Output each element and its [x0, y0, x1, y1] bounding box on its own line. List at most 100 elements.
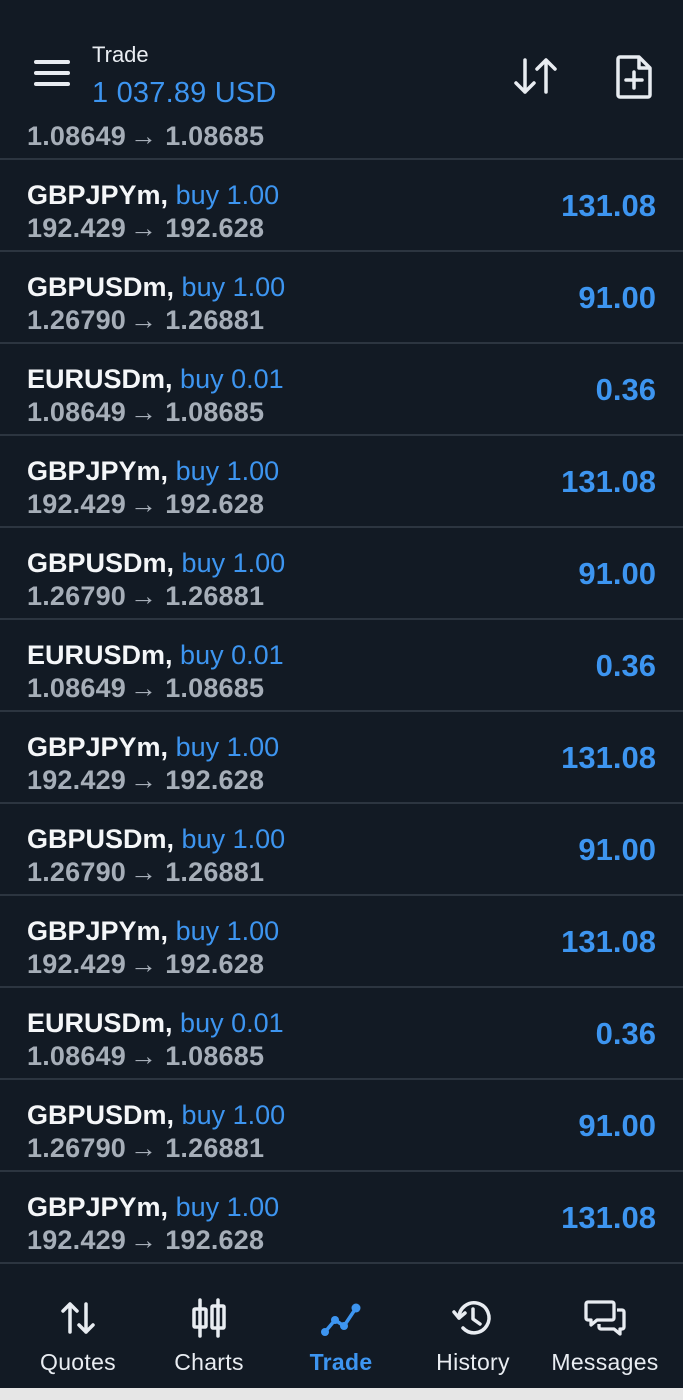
price-arrow-icon: → [130, 213, 158, 243]
current-price: 1.08685 [165, 125, 265, 151]
position-title: EURUSDm, buy 0.01 [27, 640, 284, 671]
price-arrow-icon: → [130, 949, 158, 979]
position-prices: 1.08649 → 1.08685 [27, 673, 264, 704]
position-action: buy 0.01 [180, 1008, 284, 1038]
current-price: 192.628 [165, 213, 265, 243]
sort-icon[interactable] [510, 54, 562, 98]
position-row[interactable]: GBPJPYm, buy 1.00 192.429 → 192.628 131.08 [0, 712, 683, 804]
position-title: EURUSDm, buy 0.01 [27, 1008, 284, 1039]
position-title: GBPJPYm, buy 1.00 [27, 916, 279, 947]
open-price: 1.26790 [27, 857, 126, 887]
open-price: 192.429 [27, 489, 126, 519]
open-price: 192.429 [27, 765, 126, 795]
position-prices: 1.26790 → 1.26881 [27, 857, 264, 888]
app-header: Trade 1 037.89 USD [0, 20, 683, 125]
nav-charts-label: Charts [174, 1349, 244, 1375]
position-prices: 192.429 → 192.628 [27, 765, 264, 796]
nav-history-label: History [436, 1349, 510, 1375]
position-row[interactable]: EURUSDm, buy 0.011.08649→1.086850.36 [0, 988, 683, 1080]
position-profit: 0.36 [595, 372, 656, 407]
price-arrow-icon: → [130, 1225, 158, 1255]
current-price: 1.08685 [165, 397, 265, 427]
position-profit: 131.08 [561, 740, 656, 775]
position-prices: 192.429 → 192.628 [27, 949, 264, 980]
position-action: buy 1.00 [181, 824, 286, 854]
position-symbol: EURUSDm, [27, 1008, 173, 1038]
system-home-bar [0, 1388, 683, 1400]
position-profit: 131.08 [561, 464, 656, 499]
position-profit: 91.00 [578, 1108, 656, 1143]
position-row[interactable]: GBPUSDm, buy 1.00 1.26790 → 1.26881 91.00 [0, 252, 683, 344]
position-title: GBPJPYm, buy 1.00 [27, 456, 279, 487]
new-order-icon[interactable] [612, 54, 656, 100]
position-profit: 91.00 [578, 556, 656, 591]
position-action: buy 1.00 [175, 180, 280, 210]
bottom-navigation: Quotes Charts Trade History Messages [0, 1272, 683, 1388]
price-arrow-icon: → [130, 857, 158, 887]
price-arrow-icon: → [130, 305, 158, 335]
history-icon [452, 1301, 491, 1335]
position-action: buy 0.01 [180, 640, 284, 670]
price-arrow-icon: → [130, 581, 158, 611]
position-prices: 192.429 → 192.628 [27, 213, 264, 244]
nav-messages-label: Messages [551, 1349, 659, 1375]
position-profit: 0.36 [595, 648, 656, 683]
price-arrow-icon: → [130, 765, 158, 795]
position-row[interactable]: EURUSDm, buy 0.011.08649→1.08685 0.36 [0, 620, 683, 712]
nav-quotes[interactable]: Quotes [10, 1272, 146, 1388]
current-price: 1.08685 [165, 1041, 265, 1071]
position-prices: 192.429 → 192.628 [27, 1225, 264, 1256]
position-row[interactable]: GBPJPYm, buy 1.00 192.429 → 192.628 131.08 [0, 896, 683, 988]
nav-charts[interactable]: Charts [141, 1272, 277, 1388]
position-action: buy 1.00 [175, 1192, 280, 1222]
open-price: 1.26790 [27, 581, 126, 611]
price-arrow-icon: → [130, 1041, 158, 1071]
position-title: GBPJPYm, buy 1.00 [27, 732, 279, 763]
messages-icon [584, 1300, 626, 1336]
positions-list[interactable]: EURUSDm, buy 0.011.08649→1.086850.36GBPJ… [0, 125, 683, 1272]
open-price: 1.26790 [27, 305, 126, 335]
position-row[interactable]: GBPUSDm, buy 1.00 1.26790 → 1.26881 91.00 [0, 804, 683, 896]
position-action: buy 1.00 [175, 732, 280, 762]
price-arrow-icon: → [130, 397, 158, 427]
position-row[interactable]: GBPUSDm, buy 1.00 1.26790 → 1.26881 91.00 [0, 1080, 683, 1172]
position-title: GBPUSDm, buy 1.00 [27, 824, 285, 855]
position-profit: 91.00 [578, 280, 656, 315]
position-prices: 1.26790 → 1.26881 [27, 581, 264, 612]
position-row[interactable]: GBPJPYm, buy 1.00 192.429 → 192.628 131.08 [0, 436, 683, 528]
position-profit: 131.08 [561, 1200, 656, 1235]
position-row[interactable]: EURUSDm, buy 0.011.08649→1.086850.36 [0, 125, 683, 160]
position-title: GBPUSDm, buy 1.00 [27, 1100, 285, 1131]
position-row[interactable]: EURUSDm, buy 0.011.08649→1.086850.36 [0, 344, 683, 436]
nav-trade[interactable]: Trade [273, 1272, 409, 1388]
position-row[interactable]: GBPJPYm, buy 1.00 192.429 → 192.628 131.08 [0, 1172, 683, 1264]
position-prices: 1.08649 → 1.08685 [27, 397, 264, 428]
current-price: 192.628 [165, 489, 265, 519]
position-symbol: GBPJPYm, [27, 916, 169, 946]
position-title: GBPJPYm, buy 1.00 [27, 1192, 279, 1223]
open-price: 192.429 [27, 1225, 126, 1255]
position-row[interactable]: GBPJPYm, buy 1.00 192.429 → 192.628 131.08 [0, 160, 683, 252]
position-symbol: GBPUSDm, [27, 272, 175, 302]
price-arrow-icon: → [130, 125, 158, 151]
position-prices: 1.26790 → 1.26881 [27, 1133, 264, 1164]
current-price: 1.26881 [165, 857, 265, 887]
position-action: buy 1.00 [175, 456, 280, 486]
open-price: 1.08649 [27, 125, 126, 151]
nav-messages[interactable]: Messages [537, 1272, 673, 1388]
position-profit: 131.08 [561, 188, 656, 223]
price-arrow-icon: → [130, 673, 158, 703]
price-arrow-icon: → [130, 1133, 158, 1163]
position-row[interactable]: GBPUSDm, buy 1.00 1.26790 → 1.26881 91.00 [0, 528, 683, 620]
position-symbol: GBPUSDm, [27, 548, 175, 578]
position-action: buy 1.00 [181, 548, 286, 578]
position-profit: 131.08 [561, 924, 656, 959]
position-symbol: EURUSDm, [27, 640, 173, 670]
current-price: 1.26881 [165, 1133, 265, 1163]
position-action: buy 1.00 [175, 916, 280, 946]
menu-icon[interactable] [34, 60, 72, 90]
position-prices: 1.26790 → 1.26881 [27, 305, 264, 336]
open-price: 1.26790 [27, 1133, 126, 1163]
position-title: GBPJPYm, buy 1.00 [27, 180, 279, 211]
nav-history[interactable]: History [405, 1272, 541, 1388]
